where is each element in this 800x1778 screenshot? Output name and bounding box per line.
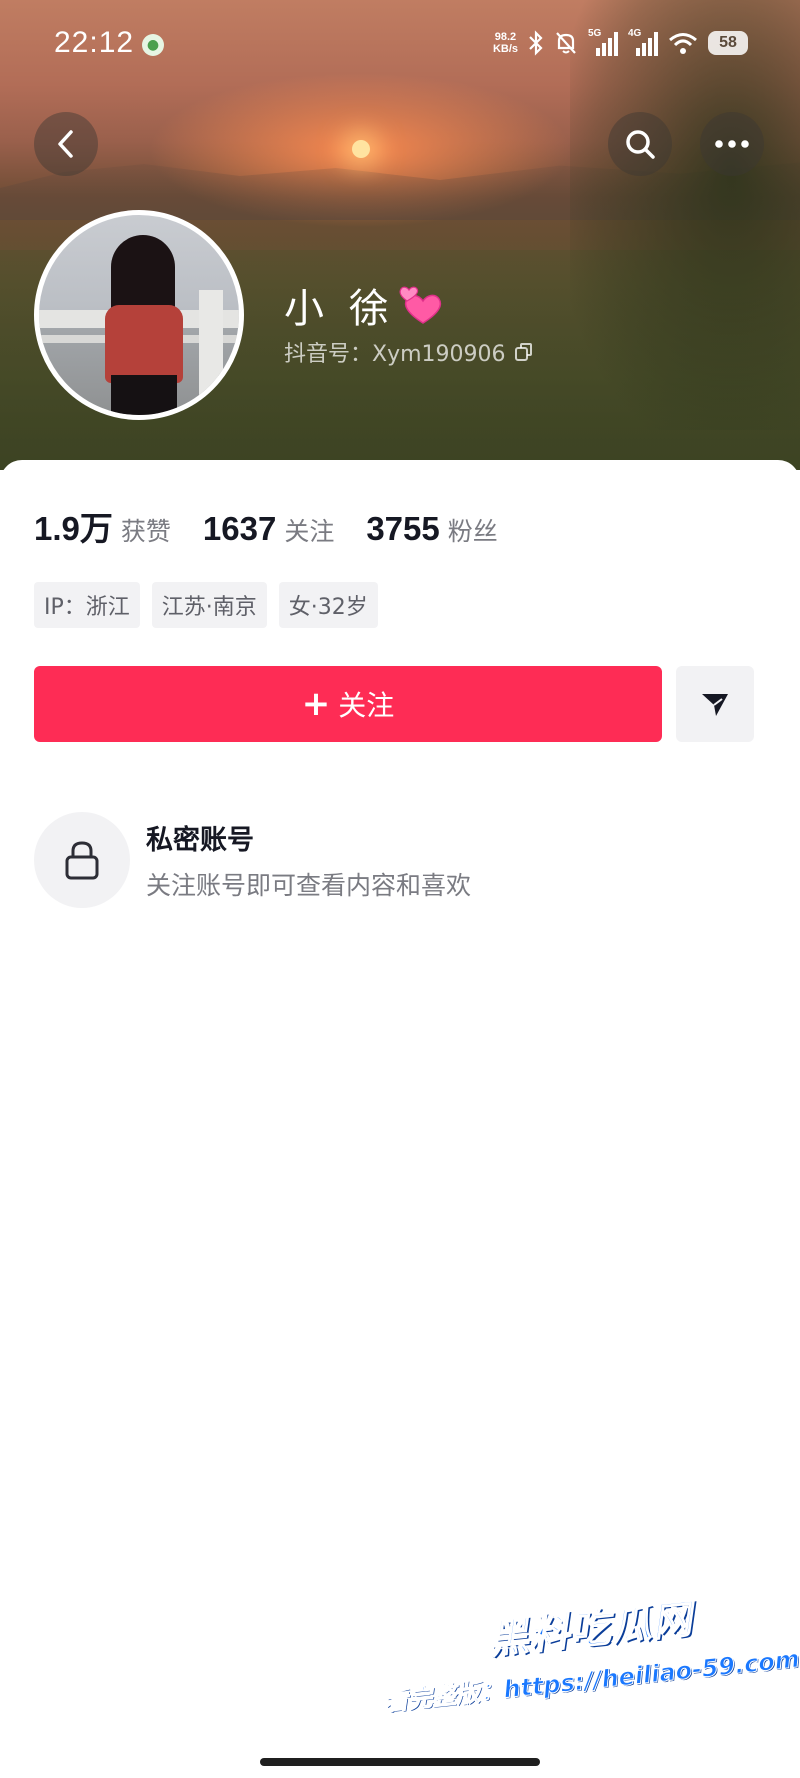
douyin-id-text: 抖音号：Xym190906 <box>284 342 506 367</box>
profile-card: 1.9万 获赞 1637 关注 3755 粉丝 IP：浙江 江苏·南京 女·32… <box>0 460 800 1778</box>
lock-badge <box>34 812 130 908</box>
follow-button[interactable]: + 关注 <box>34 666 662 742</box>
douyin-id[interactable]: 抖音号：Xym190906 <box>284 336 534 368</box>
stat-likes-label: 获赞 <box>120 517 171 546</box>
follow-button-label: 关注 <box>338 689 395 722</box>
stat-likes[interactable]: 1.9万 获赞 <box>34 502 171 550</box>
back-button[interactable] <box>34 112 98 176</box>
private-account-title: 私密账号 <box>146 825 254 856</box>
status-icons: 98.2 KB/s 5G 4G 58 <box>493 26 748 60</box>
avatar[interactable] <box>34 210 244 420</box>
stat-followers[interactable]: 3755 粉丝 <box>366 510 497 548</box>
profile-page: 22:12 ● 98.2 KB/s 5G 4G 58 小 徐 抖音号：Xym19… <box>0 0 800 1778</box>
tag-city: 江苏·南京 <box>151 582 267 628</box>
plus-icon: + <box>301 684 331 724</box>
status-time: 22:12 <box>54 26 135 59</box>
copy-icon[interactable] <box>514 342 534 362</box>
tag-ip-location: IP：浙江 <box>34 582 140 628</box>
stats-row: 1.9万 获赞 1637 关注 3755 粉丝 <box>34 502 530 550</box>
search-button[interactable] <box>608 112 672 176</box>
profile-name: 小 徐 <box>284 276 445 334</box>
network-speed: 98.2 KB/s <box>492 31 518 55</box>
private-account-description: 关注账号即可查看内容和喜欢 <box>146 871 472 900</box>
send-icon <box>702 694 728 716</box>
tag-gender-age: 女·32岁 <box>278 582 378 628</box>
chevron-left-icon <box>58 130 73 158</box>
profile-tags: IP：浙江 江苏·南京 女·32岁 <box>34 582 378 628</box>
stat-likes-value: 1.9万 <box>34 510 113 547</box>
stat-following-value: 1637 <box>202 510 277 547</box>
signal-5g-icon: 5G <box>588 28 618 56</box>
profile-name-text: 小 徐 <box>284 286 395 332</box>
more-dots-icon <box>715 140 749 148</box>
home-indicator[interactable] <box>260 1758 540 1766</box>
signal-4g-icon: 4G <box>628 28 658 56</box>
more-options-button[interactable] <box>700 112 764 176</box>
wechat-notification-icon: ● <box>142 34 164 56</box>
private-account-notice: 私密账号 关注账号即可查看内容和喜欢 <box>34 812 734 912</box>
stat-following-label: 关注 <box>284 517 335 546</box>
two-hearts-emoji-icon <box>399 286 441 324</box>
share-button[interactable] <box>676 666 754 742</box>
stat-following[interactable]: 1637 关注 <box>203 510 334 548</box>
action-row: + 关注 <box>34 666 754 742</box>
bluetooth-icon <box>529 30 543 56</box>
cover-sun <box>352 140 370 158</box>
wifi-icon <box>669 33 697 54</box>
search-icon <box>626 130 655 159</box>
lock-icon <box>65 841 99 880</box>
mute-bell-icon <box>556 32 576 54</box>
battery-indicator: 58 <box>708 31 748 55</box>
status-bar: 22:12 ● 98.2 KB/s 5G 4G 58 <box>0 0 800 88</box>
stat-followers-label: 粉丝 <box>447 517 498 546</box>
stat-followers-value: 3755 <box>366 510 440 547</box>
